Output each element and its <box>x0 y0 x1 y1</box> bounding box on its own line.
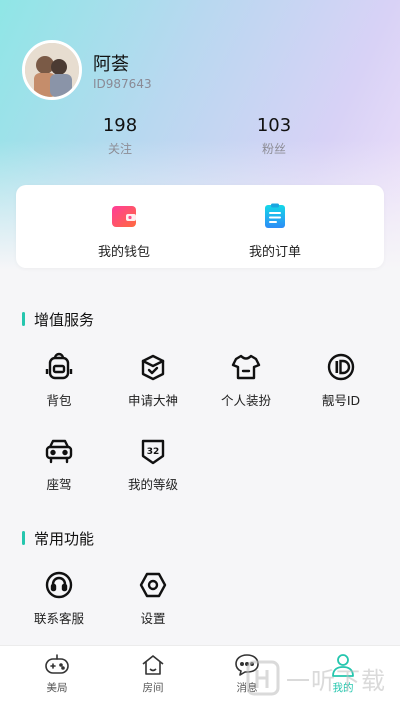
stat-fans[interactable]: 103 粉丝 <box>234 115 314 157</box>
common-functions-title: 常用功能 <box>22 528 94 549</box>
quick-actions-card: 我的钱包 我的订单 <box>16 185 384 268</box>
tshirt-icon <box>231 354 261 380</box>
car-button[interactable]: 座驾 <box>14 436 104 493</box>
personal-dressup-label: 个人装扮 <box>220 393 271 408</box>
car-label: 座驾 <box>46 477 72 492</box>
tab-rooms-label: 房间 <box>142 682 164 694</box>
my-level-button[interactable]: 32 我的等级 <box>108 436 198 493</box>
settings-label: 设置 <box>140 611 166 626</box>
customer-service-label: 联系客服 <box>33 611 84 626</box>
wallet-icon <box>112 206 136 227</box>
backpack-button[interactable]: 背包 <box>14 352 104 409</box>
level-32-icon: 32 <box>141 439 165 465</box>
my-orders-label: 我的订单 <box>248 245 301 260</box>
personal-dressup-button[interactable]: 个人装扮 <box>201 352 291 409</box>
level-badge-number: 32 <box>147 447 160 457</box>
watermark-logo-icon <box>246 660 280 696</box>
tab-meiju-label: 美局 <box>46 682 68 694</box>
id-badge-icon <box>327 353 355 381</box>
headset-icon <box>45 571 73 599</box>
order-list-icon <box>265 203 285 228</box>
site-watermark: 一听下载 <box>246 656 396 700</box>
my-wallet-button[interactable]: 我的钱包 <box>64 203 184 260</box>
fans-count: 103 <box>256 115 292 136</box>
apply-master-button[interactable]: 申请大神 <box>108 352 198 409</box>
backpack-icon <box>45 352 73 380</box>
my-level-label: 我的等级 <box>127 477 178 492</box>
house-icon <box>142 655 164 675</box>
user-id: ID987643 <box>93 77 152 91</box>
nickname: 阿荟 <box>93 54 129 75</box>
following-label: 关注 <box>107 142 132 156</box>
watermark-text: 一听下载 <box>286 666 386 695</box>
my-orders-button[interactable]: 我的订单 <box>215 203 335 260</box>
avatar[interactable] <box>22 40 82 100</box>
apply-master-label: 申请大神 <box>127 393 178 408</box>
following-count: 198 <box>102 115 138 136</box>
my-wallet-label: 我的钱包 <box>97 245 150 260</box>
backpack-label: 背包 <box>46 393 72 408</box>
value-services-title: 增值服务 <box>22 309 94 330</box>
pretty-id-label: 靓号ID <box>321 393 361 408</box>
gamepad-icon <box>45 654 69 674</box>
apply-master-icon <box>141 354 165 381</box>
settings-button[interactable]: 设置 <box>108 570 198 627</box>
car-icon <box>45 439 73 464</box>
tab-rooms[interactable]: 房间 <box>113 652 193 695</box>
settings-hex-icon <box>139 572 167 598</box>
tab-meiju[interactable]: 美局 <box>17 652 97 695</box>
fans-label: 粉丝 <box>261 142 286 156</box>
customer-service-button[interactable]: 联系客服 <box>14 570 104 627</box>
pretty-id-button[interactable]: 靓号ID <box>296 352 386 409</box>
stat-following[interactable]: 198 关注 <box>80 115 160 157</box>
